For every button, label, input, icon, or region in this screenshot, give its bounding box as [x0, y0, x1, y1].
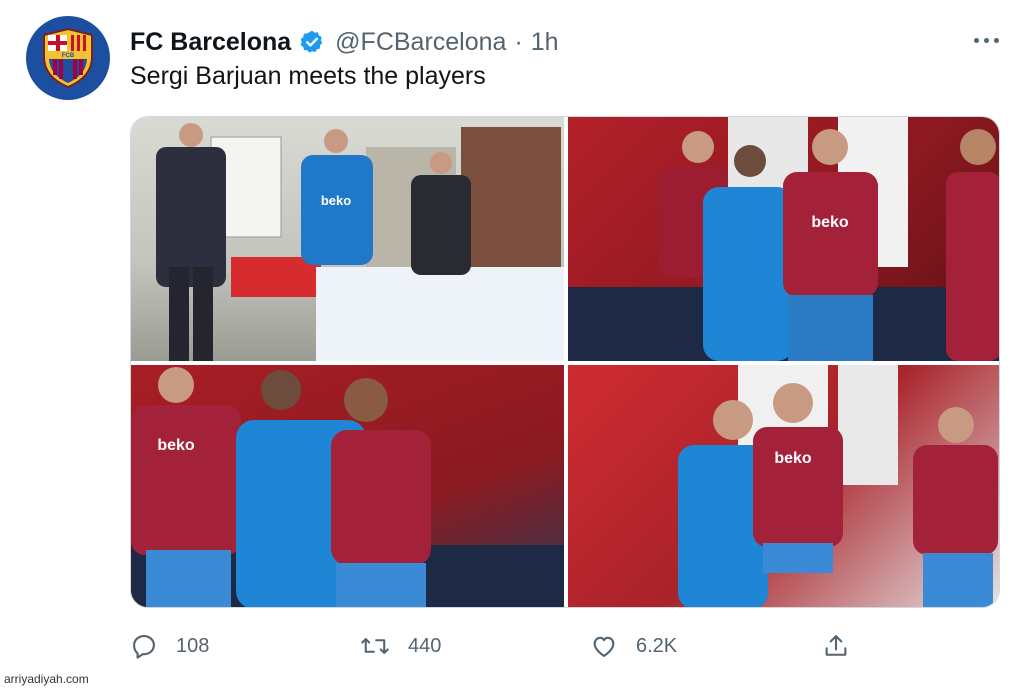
author-handle[interactable]: @FCBarcelona	[335, 28, 506, 57]
photo-4[interactable]: beko	[568, 365, 999, 607]
reply-button[interactable]: 108	[130, 628, 209, 664]
photo-3-jersey-text: beko	[157, 437, 195, 454]
separator-dot: ·	[514, 27, 523, 56]
tweet-timestamp[interactable]: 1h	[531, 28, 559, 57]
verified-badge-icon	[299, 29, 325, 55]
retweet-button[interactable]: 440	[360, 628, 441, 664]
photo-2[interactable]: beko	[568, 117, 999, 361]
site-watermark: arriyadiyah.com	[4, 672, 89, 686]
share-icon	[825, 635, 847, 656]
author-name[interactable]: FC Barcelona	[130, 28, 291, 57]
avatar[interactable]: FCB	[26, 16, 110, 100]
more-options-icon[interactable]	[968, 28, 1004, 52]
photo-3[interactable]: beko	[131, 365, 564, 607]
reply-count: 108	[176, 634, 210, 657]
like-button[interactable]: 6.2K	[590, 628, 677, 664]
reply-icon	[133, 635, 155, 659]
crest-logo-text: FCB	[62, 53, 75, 59]
heart-icon	[593, 636, 615, 657]
tweet-text: Sergi Barjuan meets the players	[130, 62, 486, 90]
photo-1-jersey-text: beko	[321, 193, 351, 208]
retweet-icon	[361, 638, 389, 654]
like-count: 6.2K	[636, 634, 678, 657]
photo-2-jersey-text: beko	[811, 214, 849, 231]
photo-1[interactable]: beko	[131, 117, 564, 361]
tweet-actions: 108 440 6.2K	[130, 628, 1000, 664]
photo-4-jersey-text: beko	[774, 450, 812, 467]
fc-barcelona-crest-icon: FCB	[43, 27, 93, 89]
tweet-header: FC Barcelona @FCBarcelona · 1h	[130, 24, 559, 60]
retweet-count: 440	[408, 634, 442, 657]
media-grid: beko beko beko beko	[130, 116, 1000, 608]
share-button[interactable]	[822, 628, 850, 664]
